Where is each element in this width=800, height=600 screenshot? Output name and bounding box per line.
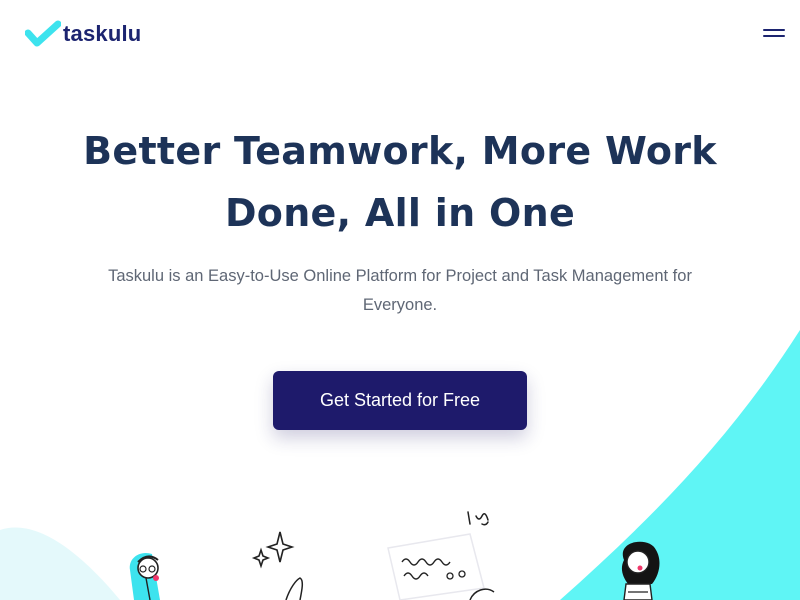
- sparkle-icon: [251, 531, 295, 569]
- get-started-button[interactable]: Get Started for Free: [273, 371, 527, 430]
- menu-line: [763, 29, 785, 31]
- logo-link[interactable]: taskulu: [25, 20, 141, 48]
- logo-text: taskulu: [63, 21, 142, 46]
- person-right-illustration: [621, 541, 660, 600]
- hero-title-line-1: Better Teamwork, More Work: [83, 129, 717, 173]
- hero-title-line-2: Done, All in One: [224, 191, 576, 235]
- note-paper: [387, 533, 485, 600]
- scribble-icon: [467, 511, 489, 526]
- hero-subtitle: Taskulu is an Easy-to-Use Online Platfor…: [60, 262, 740, 320]
- person-left-illustration: [129, 552, 160, 600]
- navbar: taskulu: [0, 0, 800, 70]
- hamburger-menu-icon[interactable]: [758, 24, 790, 44]
- page: taskulu Better Teamwork, More Work Done,…: [0, 0, 800, 600]
- hero-title: Better Teamwork, More Work Done, All in …: [40, 120, 760, 244]
- hero-subtitle-line-2: Everyone.: [362, 296, 438, 314]
- menu-line: [763, 35, 785, 37]
- hero-subtitle-line-1: Taskulu is an Easy-to-Use Online Platfor…: [108, 267, 692, 285]
- check-mark-icon: [25, 20, 61, 47]
- team-illustration: [129, 511, 660, 600]
